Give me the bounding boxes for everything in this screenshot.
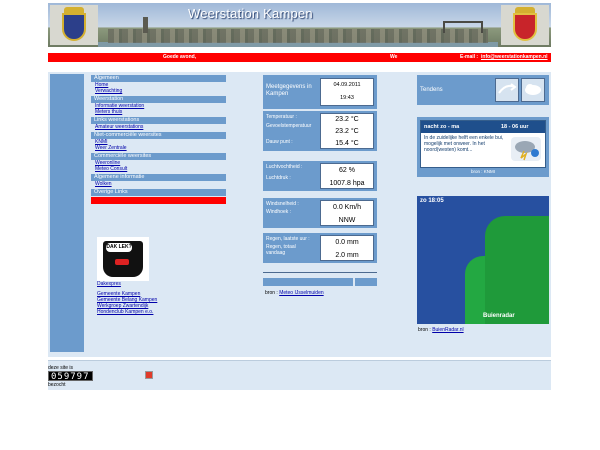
blank-bar bbox=[263, 278, 353, 286]
footer bbox=[48, 360, 551, 390]
counter-suffix: bezocht bbox=[48, 382, 66, 388]
site-title: Weerstation Kampen bbox=[188, 6, 313, 21]
wind-box: Windsnelheid : Windhoek : 0.0 Km/h NNW bbox=[263, 198, 377, 228]
extra-links: Gemeente Kampen Gemeente Belang Kampen W… bbox=[93, 291, 157, 315]
menu-link-wolken[interactable]: Wolken bbox=[91, 181, 226, 187]
wind-speed-value: 0.0 Km/h bbox=[332, 204, 361, 211]
email-link[interactable]: info@weerstationkampen.nl bbox=[481, 54, 548, 60]
city-skyline bbox=[108, 29, 488, 43]
humidity-box: Luchtvochtheid : Luchtdruk : 62 % 1007.8… bbox=[263, 161, 377, 191]
radar-time: zo 18:05 bbox=[420, 198, 444, 204]
forecast-period: nacht zo - ma bbox=[424, 124, 460, 130]
visitor-counter: 059797 bbox=[48, 371, 93, 382]
pressure-value: 1007.8 hpa bbox=[329, 180, 365, 187]
temperature-box: Temperatuur : Gevoelstemperatuur Dauw pu… bbox=[263, 111, 377, 151]
menu-head-algemeen: Algemeen bbox=[91, 75, 226, 82]
temperature-value: 23.2 °C bbox=[335, 116, 359, 123]
menu-link-verwachting[interactable]: Verwachting bbox=[91, 88, 226, 94]
feels-like-label: Gevoelstemperatuur bbox=[266, 123, 312, 129]
humidity-label: Luchtvochtheid : bbox=[266, 164, 303, 170]
menu-link-meters-thuis[interactable]: Meters thuis bbox=[91, 109, 226, 115]
temperature-values: 23.2 °C 23.2 °C 15.4 °C bbox=[320, 113, 374, 149]
wind-speed-label: Windsnelheid : bbox=[266, 201, 299, 207]
menu-head-commercieel: Commerciële weersites bbox=[91, 153, 226, 160]
measurement-header-box: Meetgegevens in Kampen 04.09.2011 19:43 bbox=[263, 75, 377, 109]
source-label: bron : bbox=[265, 290, 278, 296]
thunder-cloud-icon bbox=[511, 137, 541, 161]
dew-point-label: Dauw punt : bbox=[266, 139, 293, 145]
wind-direction-value: NNW bbox=[338, 217, 356, 224]
footer-badge-icon[interactable] bbox=[145, 371, 153, 379]
buienradar-link[interactable]: BuienRadar.nl bbox=[432, 327, 463, 333]
buienradar-map[interactable]: zo 18:05 Buienradar bbox=[417, 196, 549, 324]
meteo-ijsselmuiden-link[interactable]: Meteo IJsselmuiden bbox=[279, 290, 323, 296]
divider bbox=[263, 272, 377, 273]
top-message-bar: Goede avond, We E-mail : info@weerstatio… bbox=[48, 53, 551, 62]
radar-brand: Buienradar bbox=[483, 313, 515, 319]
radar-source: bron : BuienRadar.nl bbox=[418, 327, 464, 333]
wind-trend-icon bbox=[495, 78, 519, 102]
forecast-source: bron : KNMI bbox=[470, 169, 495, 174]
header-banner: Weerstation Kampen bbox=[48, 3, 551, 47]
link-hondenclub[interactable]: Hondenclub Kampen e.o. bbox=[93, 309, 157, 315]
radar-source-label: bron : bbox=[418, 327, 431, 333]
rain-values: 0.0 mm 2.0 mm bbox=[320, 235, 374, 261]
feels-like-value: 23.2 °C bbox=[335, 128, 359, 135]
dakexpres-link[interactable]: Dakexpres bbox=[97, 281, 121, 287]
menu-link-amateur-weerstations[interactable]: Amateur weerstations bbox=[91, 124, 226, 130]
rain-last-hour-value: 0.0 mm bbox=[335, 239, 359, 246]
dew-point-value: 15.4 °C bbox=[335, 140, 359, 147]
humidity-value: 62 % bbox=[339, 167, 355, 174]
kampen-crest-right bbox=[501, 5, 549, 45]
trend-panel: Tendens bbox=[417, 75, 549, 105]
scrolling-message: We bbox=[390, 54, 398, 60]
kampen-crest-left bbox=[50, 5, 98, 45]
rain-today-label: Regen, totaal vandaag bbox=[266, 244, 296, 256]
temperature-label: Temperatuur : bbox=[266, 114, 297, 120]
blank-bar-small bbox=[355, 278, 377, 286]
radar-land-east bbox=[485, 216, 549, 324]
menu-head-algemene-informatie: Algemene informatie bbox=[91, 174, 226, 181]
menu-head-overige-links: Overige Links bbox=[91, 189, 226, 196]
promo-bubble: DAK LEK? bbox=[106, 243, 132, 252]
measurement-header: Meetgegevens in Kampen bbox=[266, 84, 312, 97]
navigation-menu: Algemeen Home Verwachting Weerstation In… bbox=[91, 73, 226, 204]
trend-label: Tendens bbox=[420, 87, 443, 93]
menu-head-niet-commercieel: Niet-commerciële weersites bbox=[91, 132, 226, 139]
forecast-hours: 18 - 06 uur bbox=[501, 124, 529, 130]
menu-red-bar bbox=[91, 197, 226, 204]
measurement-date: 04.09.2011 bbox=[333, 82, 361, 88]
menu-head-weerstation: Weerstation bbox=[91, 96, 226, 103]
wind-direction-label: Windhoek : bbox=[266, 209, 292, 215]
menu-link-meteo-consult[interactable]: Meteo Consult bbox=[91, 166, 226, 172]
promo-logo bbox=[115, 259, 129, 265]
menu-link-weer-zentrale[interactable]: Weer Zentrale bbox=[91, 145, 226, 151]
email-label: E-mail : bbox=[460, 54, 479, 60]
rain-today-value: 2.0 mm bbox=[335, 252, 359, 259]
cloud-trend-icon bbox=[521, 78, 545, 102]
wind-values: 0.0 Km/h NNW bbox=[320, 200, 374, 226]
menu-head-links-weerstations: Links weerstations bbox=[91, 117, 226, 124]
measurement-source: bron : Meteo IJsselmuiden bbox=[265, 290, 324, 296]
measurement-time: 19:43 bbox=[340, 95, 354, 101]
greeting-text: Goede avond, bbox=[163, 54, 197, 60]
humidity-values: 62 % 1007.8 hpa bbox=[320, 163, 374, 189]
datetime-box: 04.09.2011 19:43 bbox=[320, 78, 374, 106]
dakexpres-banner[interactable]: DAK LEK? bbox=[97, 237, 149, 281]
forecast-text: In de zuidelijke helft een enkele bui, m… bbox=[424, 135, 504, 153]
forecast-header: nacht zo - ma 18 - 06 uur bbox=[421, 121, 545, 133]
forecast-card: nacht zo - ma 18 - 06 uur In de zuidelij… bbox=[420, 120, 546, 168]
rain-box: Regen, laatste uur : Regen, totaal vanda… bbox=[263, 233, 377, 263]
left-strip bbox=[50, 74, 84, 352]
rain-last-hour-label: Regen, laatste uur : bbox=[266, 236, 310, 242]
knmi-forecast-panel[interactable]: nacht zo - ma 18 - 06 uur In de zuidelij… bbox=[417, 117, 549, 177]
pressure-label: Luchtdruk : bbox=[266, 175, 291, 181]
